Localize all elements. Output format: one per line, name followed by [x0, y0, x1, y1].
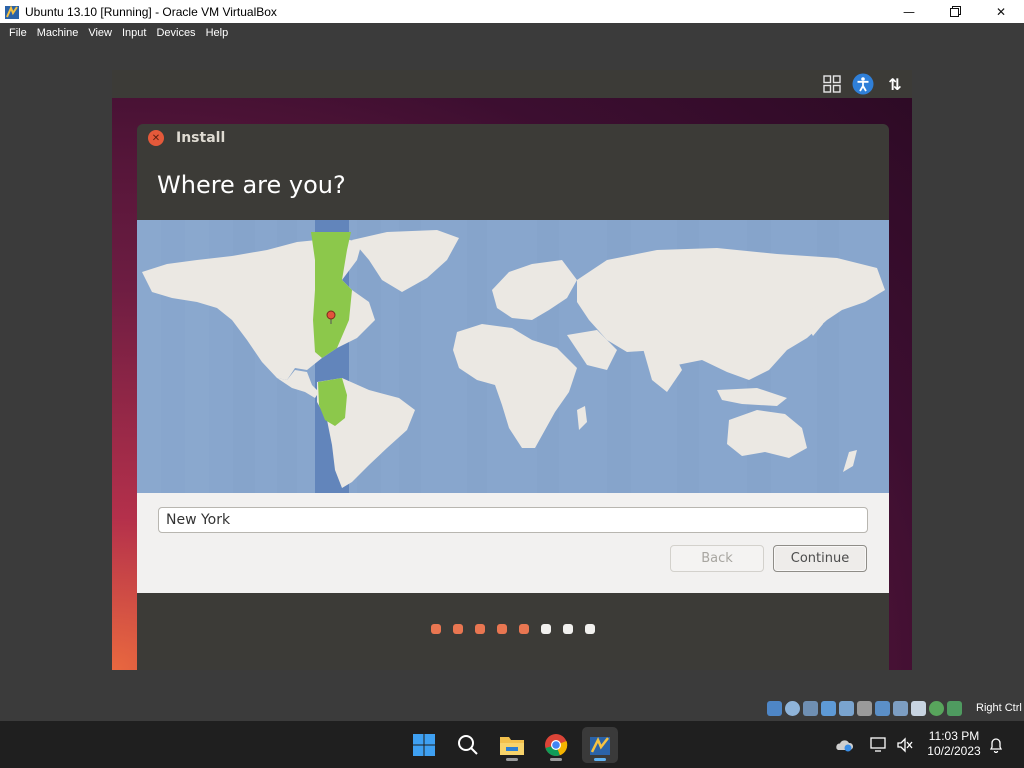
menu-help[interactable]: Help: [206, 27, 229, 39]
menu-view[interactable]: View: [88, 27, 112, 39]
dialog-titlebar: ✕ Install: [137, 124, 889, 152]
dialog-title: Install: [176, 130, 226, 146]
ubuntu-top-panel: ⇅: [112, 70, 912, 98]
installer-dialog: ✕ Install Where are you? New York Back C…: [137, 124, 889, 670]
progress-dot: [475, 624, 485, 634]
mouse-integration-icon[interactable]: [929, 701, 944, 716]
menu-devices[interactable]: Devices: [156, 27, 195, 39]
audio-icon[interactable]: [803, 701, 818, 716]
menu-machine[interactable]: Machine: [37, 27, 79, 39]
maximize-icon[interactable]: [932, 0, 978, 23]
network-arrows-icon[interactable]: ⇅: [884, 73, 906, 95]
virtualbox-app-icon: [5, 4, 19, 19]
menu-input[interactable]: Input: [122, 27, 146, 39]
progress-dot: [585, 624, 595, 634]
taskbar-clock[interactable]: 11:03 PM 10/2/2023: [918, 729, 990, 759]
shared-folders-icon[interactable]: [857, 701, 872, 716]
host-key-label: Right Ctrl: [976, 702, 1022, 714]
clock-time: 11:03 PM: [928, 729, 980, 743]
accessibility-icon[interactable]: [852, 73, 874, 95]
vm-display[interactable]: ⇅ ✕ Install Where are you? New York Back…: [112, 70, 912, 670]
install-progress-dots: [137, 619, 889, 639]
hard-disk-icon[interactable]: [767, 701, 782, 716]
volume-muted-icon[interactable]: [896, 736, 914, 753]
menu-file[interactable]: File: [9, 27, 27, 39]
window-title: Ubuntu 13.10 [Running] - Oracle VM Virtu…: [25, 4, 277, 19]
video-capture-icon[interactable]: [893, 701, 908, 716]
window-titlebar: Ubuntu 13.10 [Running] - Oracle VM Virtu…: [0, 0, 1024, 23]
keyboard-capture-icon[interactable]: [947, 701, 962, 716]
system-tray: [834, 721, 914, 768]
progress-dot: [519, 624, 529, 634]
network-icon[interactable]: [821, 701, 836, 716]
file-explorer-icon[interactable]: [494, 727, 530, 763]
virtualbox-icon[interactable]: [582, 727, 618, 763]
menubar: File Machine View Input Devices Help: [0, 23, 1024, 42]
grid-icon[interactable]: [821, 73, 843, 95]
onedrive-icon[interactable]: [834, 738, 854, 752]
close-icon[interactable]: ✕: [978, 0, 1024, 23]
dialog-close-icon[interactable]: ✕: [148, 130, 164, 146]
virtualization-icon[interactable]: [911, 701, 926, 716]
vbox-statusbar: Right Ctrl: [0, 697, 1024, 721]
timezone-map[interactable]: [137, 220, 889, 493]
network-status-icon[interactable]: [870, 736, 888, 753]
clock-date: 10/2/2023: [927, 744, 981, 758]
progress-dot: [497, 624, 507, 634]
timezone-input[interactable]: New York: [158, 507, 868, 533]
continue-button[interactable]: Continue: [773, 545, 867, 572]
page-heading: Where are you?: [157, 171, 346, 199]
taskbar: 11:03 PM 10/2/2023: [0, 721, 1024, 768]
minimize-icon[interactable]: —: [886, 0, 932, 23]
back-button[interactable]: Back: [670, 545, 764, 572]
windows-start-icon[interactable]: [406, 727, 442, 763]
optical-drive-icon[interactable]: [785, 701, 800, 716]
display-icon[interactable]: [875, 701, 890, 716]
progress-dot: [431, 624, 441, 634]
chrome-icon[interactable]: [538, 727, 574, 763]
search-icon[interactable]: [450, 727, 486, 763]
vbox-status-icons: [767, 701, 962, 716]
progress-dot: [541, 624, 551, 634]
location-form: New York Back Continue: [137, 493, 889, 593]
usb-icon[interactable]: [839, 701, 854, 716]
progress-dot: [563, 624, 573, 634]
progress-dot: [453, 624, 463, 634]
notification-bell-icon[interactable]: [988, 737, 1004, 753]
